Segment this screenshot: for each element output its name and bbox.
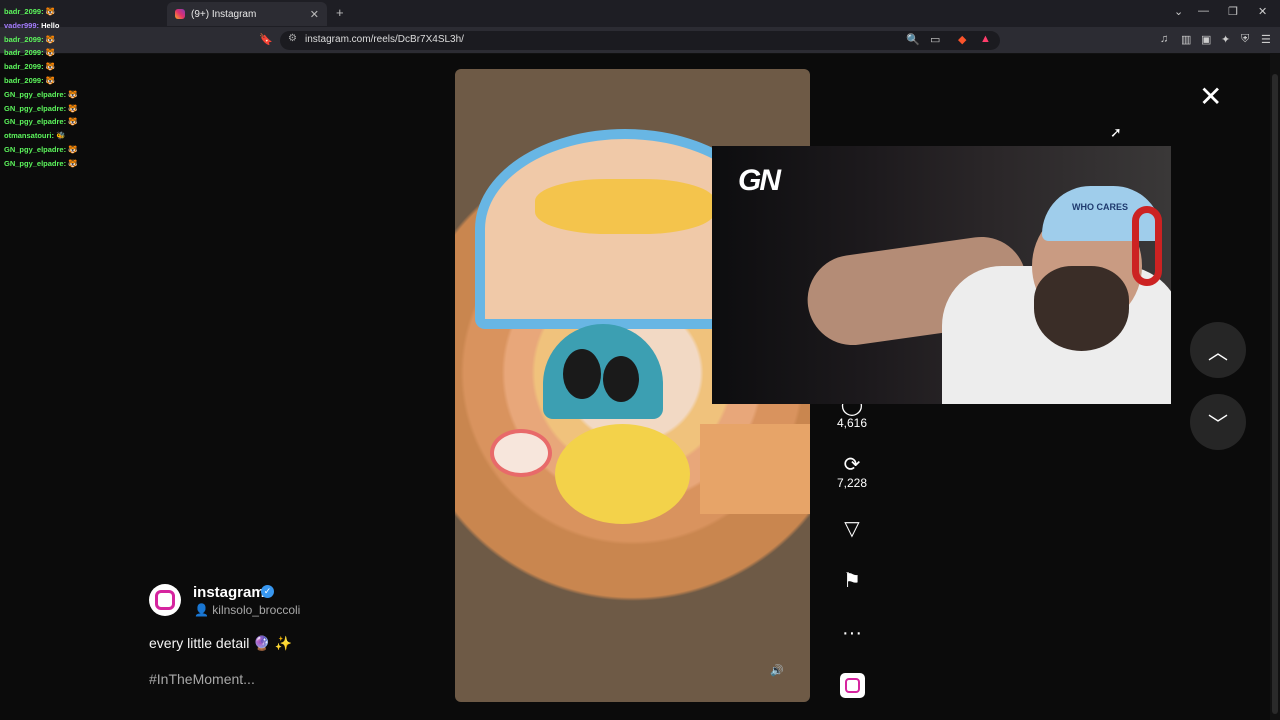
close-reel-button[interactable]: ✕ [1199,82,1222,112]
instagram-logo-icon [845,678,860,693]
cast-icon[interactable]: ▭ [930,33,940,46]
share-button[interactable]: ▽ [830,518,874,540]
repost-icon: ⟳ [843,454,861,476]
sidebar-icon[interactable]: ▥ [1181,33,1191,46]
chat-message: GN_pgy_elpadre: 🐯 [4,115,78,129]
chat-text: Hello [41,20,60,30]
save-button[interactable]: ⚑ [830,570,874,592]
restore-button[interactable]: ❐ [1228,5,1238,18]
chat-message: badr_2099: 🐯 [4,60,78,74]
tab-list-chevron-icon[interactable]: ⌄ [1174,5,1183,18]
verified-badge-icon: ✓ [261,585,274,598]
new-tab-button[interactable]: + [336,5,344,20]
chat-text: 🐯 [45,48,56,58]
author-avatar[interactable] [149,584,181,616]
chat-text: 🐯 [45,75,56,85]
chat-username: badr_2099: [4,7,44,16]
author-username[interactable]: instagram [193,584,265,601]
stream-chat: badr_2099: 🐯 vader999: Hello badr_2099: 🐯 b… [4,5,78,171]
menu-icon[interactable]: ☰ [1261,33,1271,46]
brave-rewards-icon[interactable]: ▲ [980,33,991,45]
gn-logo: GN [738,164,781,197]
chevron-down-icon: ﹀ [1208,413,1228,436]
wallet-icon[interactable]: ▣ [1201,33,1211,46]
url-text: instagram.com/reels/DcBr7X4SL3h/ [305,34,464,45]
repost-count: 7,228 [836,476,868,490]
chat-username: badr_2099: [4,62,44,72]
chat-username: otmansatouri: [4,131,55,141]
chat-text: 🐯 [68,117,78,127]
chat-username: badr_2099: [4,75,44,85]
video-tomato-shape [490,429,552,477]
chat-text: 🐯 [45,7,56,16]
chat-text: 🐯 [45,62,56,72]
tab-bar: (9+) Instagram ✕ + ⌄ — ❐ ✕ [0,0,1280,27]
bookmark-save-icon: ⚑ [843,570,861,592]
next-reel-button[interactable]: ﹀ [1190,394,1246,450]
more-options-button[interactable]: ··· [830,622,874,644]
url-field[interactable]: ⚙ instagram.com/reels/DcBr7X4SL3h/ [280,31,1000,50]
collaborator-name: kilnsolo_broccoli [212,603,301,617]
address-bar: 🔖 ⚙ instagram.com/reels/DcBr7X4SL3h/ 🔍 ▭… [0,27,1280,54]
audio-source-avatar[interactable] [840,673,865,698]
chevron-up-icon: ︿ [1208,341,1228,364]
volume-icon[interactable]: 🔊 [770,664,784,677]
media-icon[interactable]: ♫ [1160,33,1168,45]
tab-close-icon[interactable]: ✕ [310,8,319,21]
chat-username: GN_pgy_elpadre: [4,158,67,168]
chat-message: badr_2099: 🐯 [4,46,78,60]
chat-message: GN_pgy_elpadre: 🐯 [4,143,78,157]
video-penguins-shape [543,324,663,419]
send-icon: ▽ [844,518,860,540]
chat-message: otmansatouri: 🐝 [4,129,78,143]
chat-text: 🐯 [68,103,78,113]
chat-message: GN_pgy_elpadre: 🐯 [4,88,78,102]
video-stairs-shape [700,424,810,514]
comment-count: 4,616 [836,416,868,430]
chat-username: badr_2099: [4,34,44,44]
reel-tags[interactable]: #InTheMoment... [149,671,255,687]
chat-username: vader999: [4,20,40,30]
minimize-button[interactable]: — [1198,5,1209,17]
webcam-headphone-shape [1132,206,1162,286]
video-egg-shape [555,424,690,524]
tab-title: (9+) Instagram [191,8,257,20]
chat-message: badr_2099: 🐯 [4,33,78,47]
chat-text: 🐝 [56,131,66,141]
chat-text: 🐯 [45,34,56,44]
chat-username: GN_pgy_elpadre: [4,103,67,113]
chat-username: GN_pgy_elpadre: [4,117,67,127]
chat-message: vader999: Hello [4,19,78,33]
chat-text: 🐯 [68,158,78,168]
window-close-button[interactable]: ✕ [1258,5,1267,18]
zoom-icon[interactable]: 🔍 [906,33,920,46]
instagram-avatar-icon [155,590,175,610]
webcam-beard-shape [1034,266,1129,351]
previous-reel-button[interactable]: ︿ [1190,322,1246,378]
chat-message: GN_pgy_elpadre: 🐯 [4,157,78,171]
chat-username: badr_2099: [4,48,44,58]
mouse-cursor-icon: ➚ [1110,124,1122,140]
webcam-overlay: GN WHO CARES [712,146,1171,404]
chat-text: 🐯 [68,144,78,154]
collaborator-link[interactable]: 👤 kilnsolo_broccoli [194,603,300,617]
leo-icon[interactable]: ✦ [1221,33,1230,46]
reel-caption: every little detail 🔮 ✨ [149,635,293,651]
more-icon: ··· [842,622,862,644]
site-info-icon[interactable]: ⚙ [288,33,297,44]
bookmark-icon[interactable]: 🔖 [259,33,273,46]
tab-instagram[interactable]: (9+) Instagram ✕ [167,2,327,26]
cap-text: WHO CARES [1072,202,1128,212]
chat-text: 🐯 [68,89,78,99]
chat-message: GN_pgy_elpadre: 🐯 [4,102,78,116]
chat-message: badr_2099: 🐯 [4,5,78,19]
chat-username: GN_pgy_elpadre: [4,144,67,154]
brave-shield-icon[interactable]: ◆ [958,33,966,46]
page-scrollbar[interactable] [1270,54,1280,720]
vpn-icon[interactable]: ⛨ [1241,33,1249,46]
chat-message: badr_2099: 🐯 [4,74,78,88]
repost-button[interactable]: ⟳ 7,228 [830,454,874,490]
instagram-favicon-icon [175,9,185,19]
chat-username: GN_pgy_elpadre: [4,89,67,99]
